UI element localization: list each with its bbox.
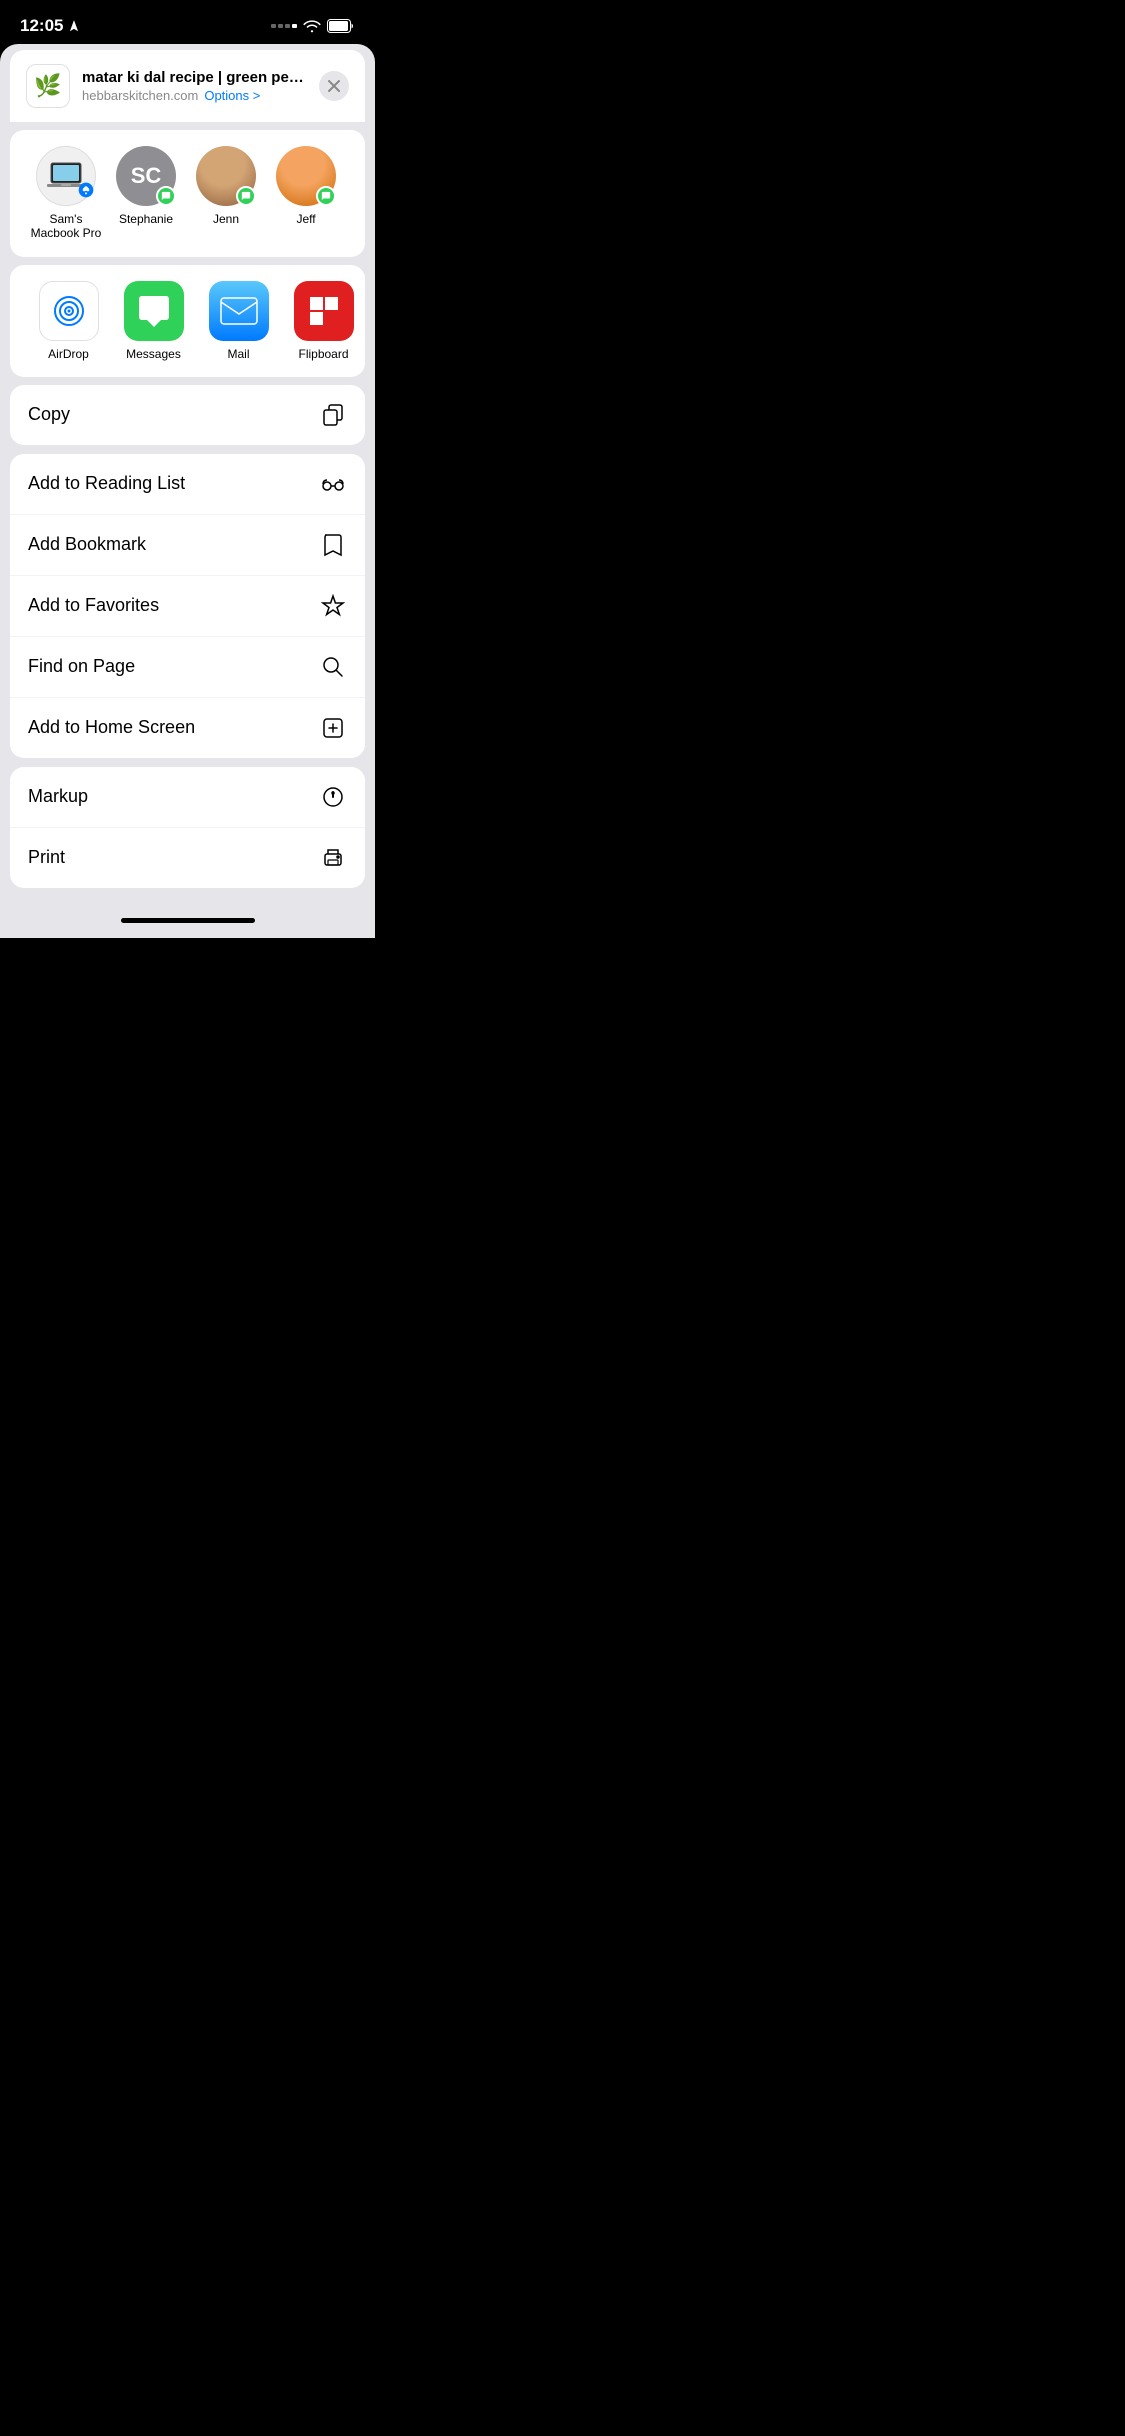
star-icon <box>319 592 347 620</box>
action-label: Print <box>28 847 65 868</box>
person-name: Jeff <box>296 212 315 226</box>
avatar-wrap: SC <box>116 146 176 206</box>
action-favorites[interactable]: Add to Favorites <box>10 576 365 637</box>
action-copy[interactable]: Copy <box>10 385 365 445</box>
print-icon <box>319 844 347 872</box>
close-button[interactable] <box>319 71 349 101</box>
options-button[interactable]: Options > <box>204 88 260 103</box>
message-badge <box>316 186 336 206</box>
person-name: Sam'sMacbook Pro <box>31 212 102 241</box>
app-item-airdrop[interactable]: AirDrop <box>26 281 111 361</box>
action-find[interactable]: Find on Page <box>10 637 365 698</box>
apps-row: AirDrop Messages Mail <box>10 265 365 377</box>
action-label: Add to Reading List <box>28 473 185 494</box>
wifi-icon <box>303 19 321 33</box>
page-title: matar ki dal recipe | green peas d... <box>82 69 307 86</box>
flipboard-icon <box>294 281 354 341</box>
person-name: Jenn <box>213 212 239 226</box>
app-item-messages[interactable]: Messages <box>111 281 196 361</box>
message-badge <box>156 186 176 206</box>
share-sheet: 🌿 matar ki dal recipe | green peas d... … <box>0 44 375 938</box>
action-label: Add Bookmark <box>28 534 146 555</box>
action-print[interactable]: Print <box>10 828 365 888</box>
action-home-screen[interactable]: Add to Home Screen <box>10 698 365 758</box>
messages-icon <box>124 281 184 341</box>
person-item[interactable]: Sam'sMacbook Pro <box>26 146 106 241</box>
home-indicator <box>0 904 375 938</box>
battery-icon <box>327 19 355 33</box>
action-label: Add to Favorites <box>28 595 159 616</box>
plus-square-icon <box>319 714 347 742</box>
action-markup[interactable]: Markup <box>10 767 365 828</box>
action-label: Copy <box>28 404 70 425</box>
status-bar: 12:05 <box>0 0 375 44</box>
avatar <box>36 146 96 206</box>
domain-row: hebbarskitchen.com Options > <box>82 88 307 103</box>
mail-icon <box>209 281 269 341</box>
app-name: Messages <box>126 347 181 361</box>
status-icons <box>271 19 355 33</box>
markup-icon <box>319 783 347 811</box>
home-bar <box>121 918 255 923</box>
url-header: 🌿 matar ki dal recipe | green peas d... … <box>10 50 365 122</box>
site-favicon: 🌿 <box>26 64 70 108</box>
status-time: 12:05 <box>20 16 81 36</box>
message-badge <box>236 186 256 206</box>
airdrop-icon <box>39 281 99 341</box>
actions-section: Copy Add to Reading List <box>10 385 365 896</box>
app-item-mail[interactable]: Mail <box>196 281 281 361</box>
glasses-icon <box>319 470 347 498</box>
book-icon <box>319 531 347 559</box>
domain-text: hebbarskitchen.com <box>82 88 198 103</box>
person-item[interactable]: SC Stephanie <box>106 146 186 241</box>
action-label: Add to Home Screen <box>28 717 195 738</box>
action-group-tools: Markup Print <box>10 767 365 888</box>
app-name: Flipboard <box>298 347 348 361</box>
app-item-flipboard[interactable]: Flipboard <box>281 281 365 361</box>
people-row: Sam'sMacbook Pro SC Stephanie Jenn <box>10 130 365 257</box>
app-name: AirDrop <box>48 347 89 361</box>
person-name: Stephanie <box>119 212 173 226</box>
action-reading-list[interactable]: Add to Reading List <box>10 454 365 515</box>
action-bookmark[interactable]: Add Bookmark <box>10 515 365 576</box>
search-icon <box>319 653 347 681</box>
copy-icon <box>319 401 347 429</box>
action-label: Find on Page <box>28 656 135 677</box>
action-group-copy: Copy <box>10 385 365 445</box>
avatar-wrap <box>36 146 96 206</box>
url-text-block: matar ki dal recipe | green peas d... he… <box>82 69 307 103</box>
avatar-wrap <box>196 146 256 206</box>
person-item[interactable]: Jeff <box>266 146 346 241</box>
person-item[interactable]: Jenn <box>186 146 266 241</box>
signal-icon <box>271 24 297 28</box>
avatar-wrap <box>276 146 336 206</box>
time-display: 12:05 <box>20 16 63 36</box>
action-label: Markup <box>28 786 88 807</box>
app-name: Mail <box>227 347 249 361</box>
location-icon <box>67 19 81 33</box>
action-group-list: Add to Reading List Add Bookmark <box>10 454 365 758</box>
